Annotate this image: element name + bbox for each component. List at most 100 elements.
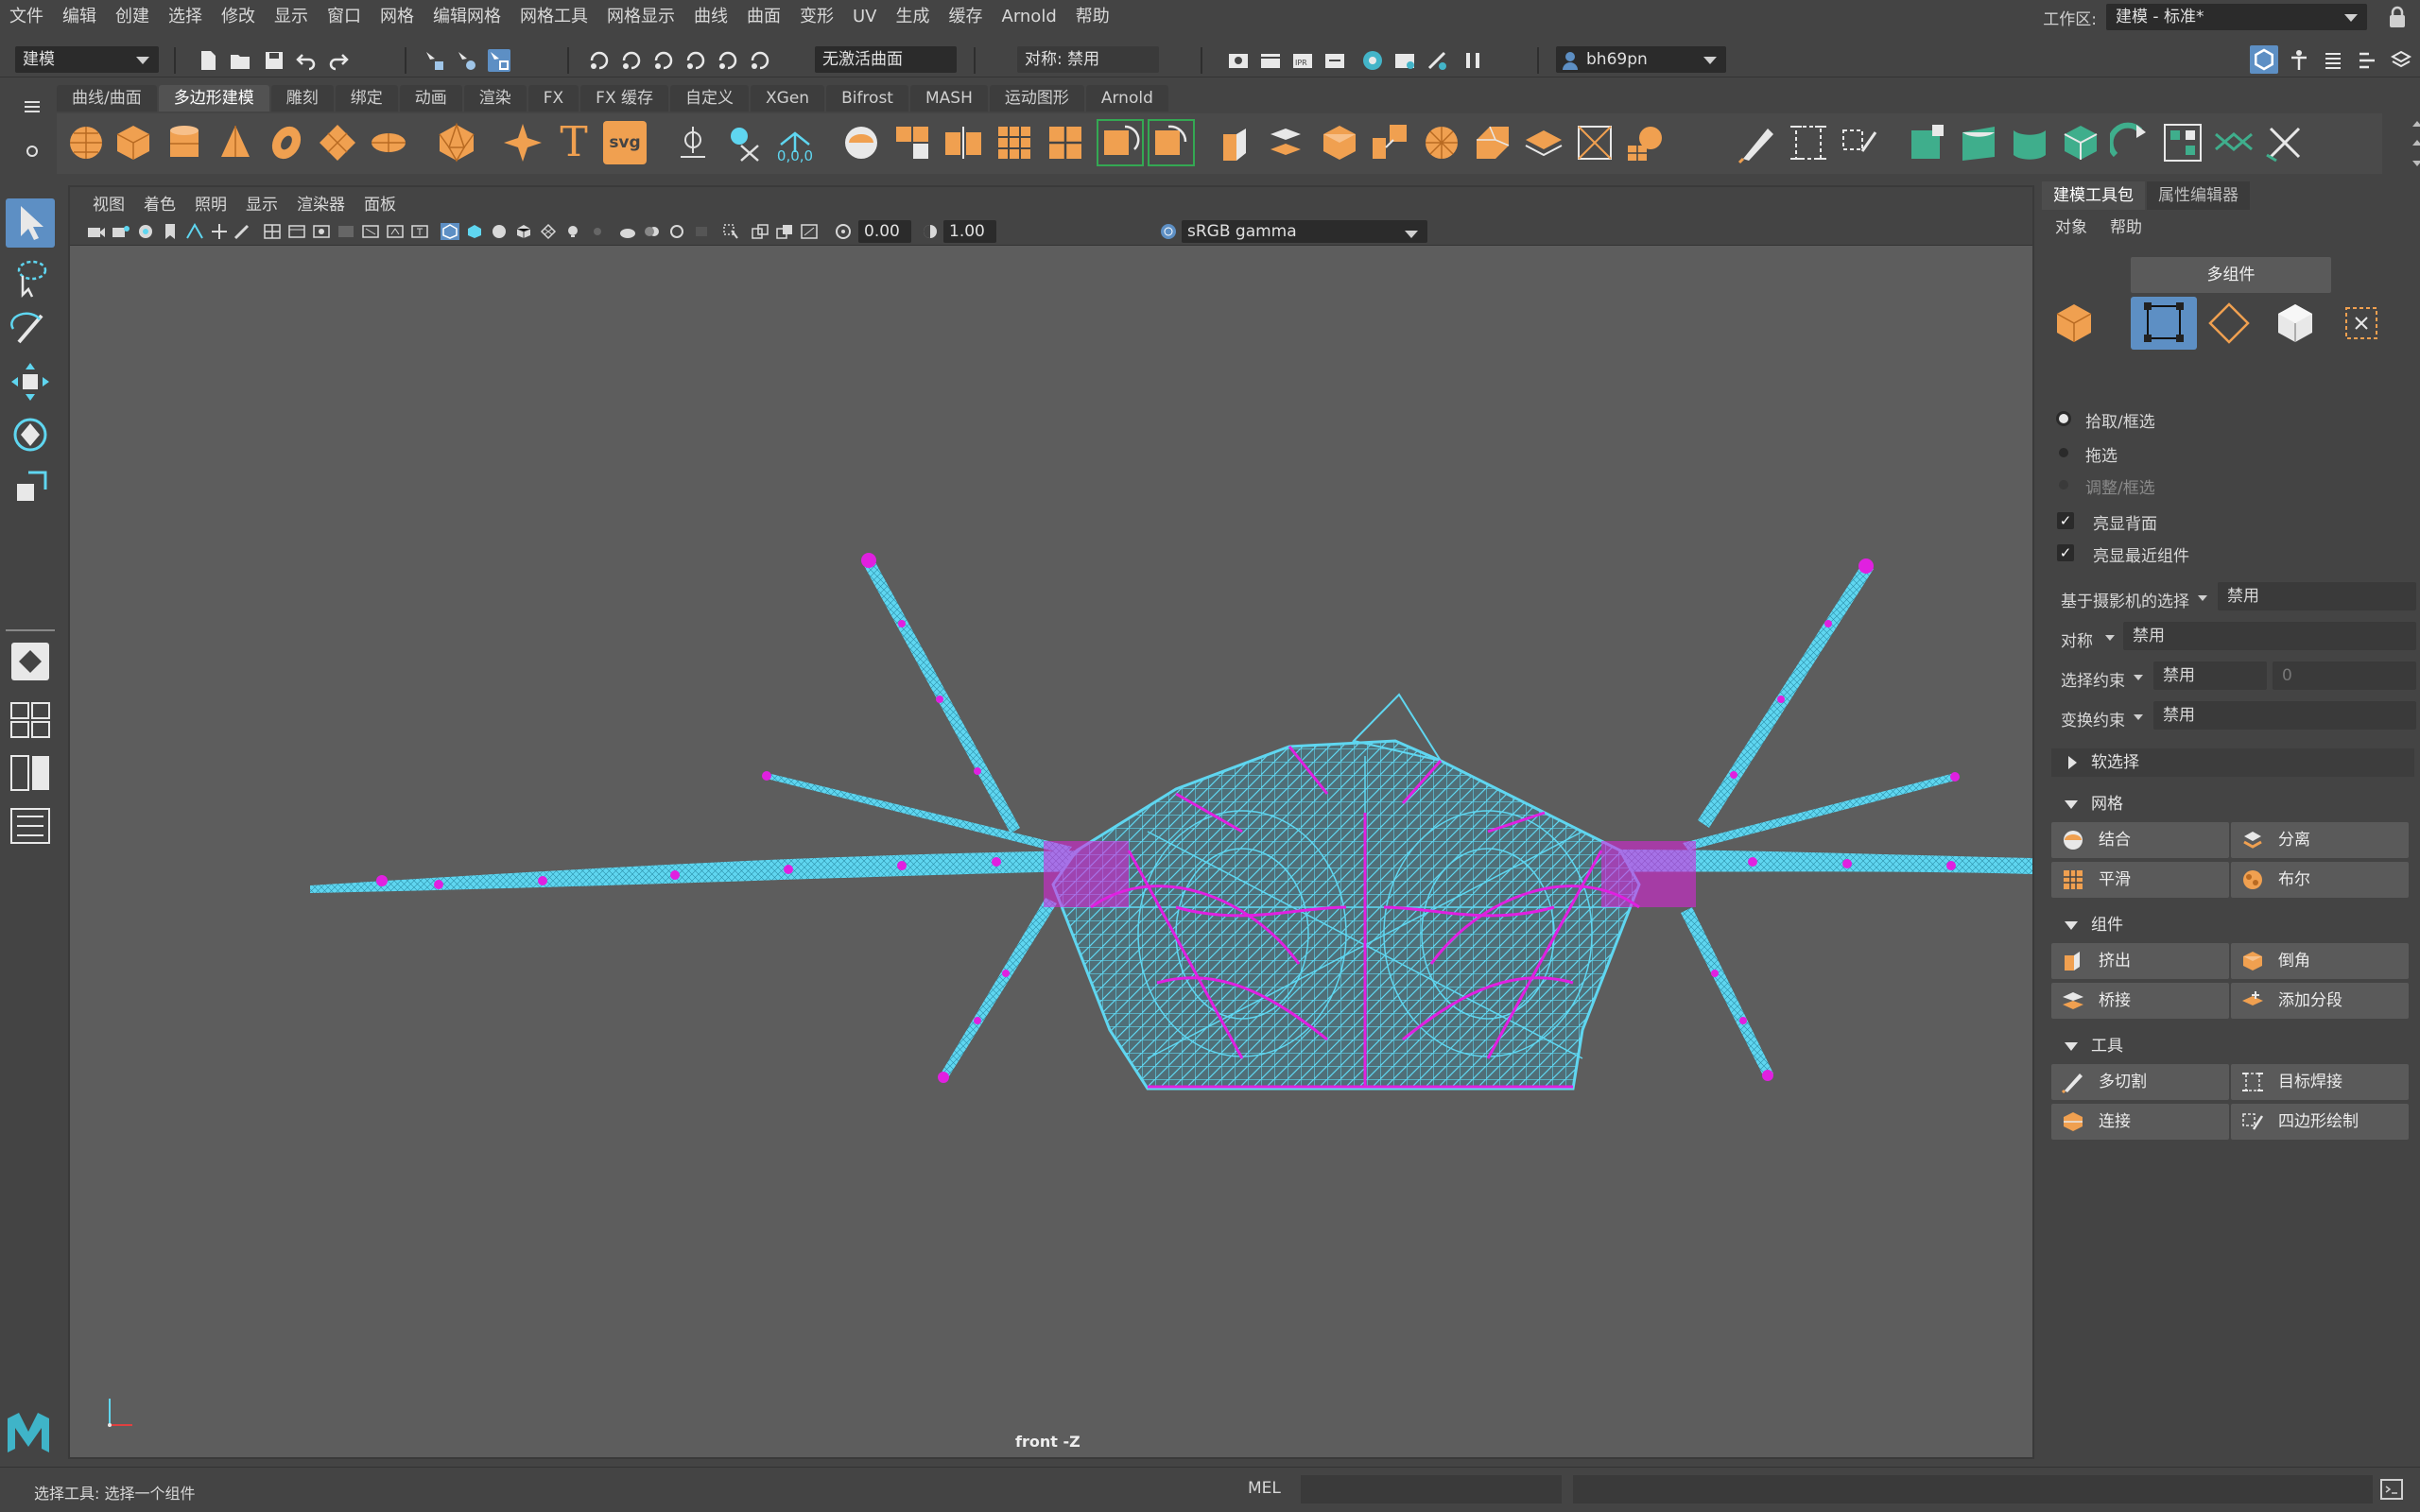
uv-editor-shelf-icon[interactable] bbox=[1906, 121, 1949, 164]
single-perspective-layout[interactable] bbox=[11, 643, 49, 680]
boolean-button[interactable]: 布尔 bbox=[2231, 862, 2409, 898]
menu-edit-mesh[interactable]: 编辑网格 bbox=[424, 0, 510, 34]
default-material-icon[interactable] bbox=[490, 223, 509, 240]
pick-marquee-radio[interactable] bbox=[2059, 414, 2068, 423]
poly-torus-icon[interactable] bbox=[265, 121, 308, 164]
safe-action-icon[interactable] bbox=[386, 223, 405, 240]
menu-create[interactable]: 创建 bbox=[106, 0, 159, 34]
extrude-shelf-icon[interactable] bbox=[1216, 121, 1259, 164]
wireframe-on-shaded-icon[interactable] bbox=[514, 223, 533, 240]
viewport-menu-show[interactable]: 显示 bbox=[236, 191, 287, 215]
smooth-shelf-icon[interactable] bbox=[993, 121, 1036, 164]
chevron-down-icon[interactable] bbox=[2133, 674, 2144, 681]
menu-set-dropdown[interactable]: 建模 bbox=[15, 46, 159, 73]
ipr-render-icon[interactable]: IPR bbox=[1291, 49, 1314, 72]
script-editor-icon[interactable] bbox=[2380, 1479, 2403, 1500]
shelf-tab-bifrost[interactable]: Bifrost bbox=[826, 85, 908, 112]
shelf-tab-rendering[interactable]: 渲染 bbox=[463, 85, 527, 112]
shelf-tab-animation[interactable]: 动画 bbox=[399, 85, 462, 112]
menu-file[interactable]: 文件 bbox=[0, 0, 53, 34]
edge-mode-button[interactable] bbox=[2199, 297, 2259, 350]
planar-map-icon[interactable] bbox=[1957, 121, 2000, 164]
viewport-menu-lighting[interactable]: 照明 bbox=[185, 191, 236, 215]
remesh-shelf-icon[interactable] bbox=[1097, 119, 1144, 166]
lock-camera-icon[interactable] bbox=[112, 223, 130, 240]
snap-curve-icon[interactable] bbox=[620, 49, 643, 72]
viewport-menu-renderer[interactable]: 渲染器 bbox=[287, 191, 354, 215]
layout-uv-icon[interactable] bbox=[2161, 121, 2204, 164]
render-current-frame-icon[interactable] bbox=[1259, 49, 1282, 72]
shelf-tab-motion-graphics[interactable]: 运动图形 bbox=[989, 85, 1084, 112]
selection-constraint-field[interactable]: 禁用 bbox=[2153, 662, 2267, 690]
poke-shelf-icon[interactable] bbox=[1522, 121, 1565, 164]
tools-section-header[interactable]: 工具 bbox=[2051, 1032, 2414, 1060]
xray-components-icon[interactable] bbox=[775, 223, 794, 240]
screen-space-ao-icon[interactable] bbox=[618, 223, 637, 240]
wireframe-shading-icon[interactable] bbox=[441, 223, 459, 240]
user-account-dropdown[interactable]: bh69pn bbox=[1556, 46, 1726, 73]
toggle-modeling-toolkit-icon[interactable] bbox=[2250, 45, 2278, 74]
cylindrical-map-icon[interactable] bbox=[2008, 121, 2051, 164]
shelf-tab-mash[interactable]: MASH bbox=[909, 85, 988, 112]
two-view-layout[interactable] bbox=[6, 752, 55, 794]
smooth-shading-icon[interactable] bbox=[465, 223, 484, 240]
view-transform-dropdown[interactable]: sRGB gamma bbox=[1182, 220, 1427, 243]
poly-cube-icon[interactable] bbox=[112, 121, 155, 164]
light-editor-icon[interactable] bbox=[1426, 49, 1448, 72]
center-pivot-icon[interactable] bbox=[671, 121, 715, 164]
rotate-tool[interactable] bbox=[6, 410, 55, 459]
snap-view-plane-icon[interactable] bbox=[684, 49, 707, 72]
open-scene-icon[interactable] bbox=[229, 49, 251, 72]
multisample-aa-icon[interactable] bbox=[667, 223, 686, 240]
drag-radio[interactable] bbox=[2059, 448, 2068, 457]
poly-plane-icon[interactable] bbox=[316, 121, 359, 164]
menu-mesh-display[interactable]: 网格显示 bbox=[597, 0, 684, 34]
cut-uv-edges-icon[interactable] bbox=[2212, 121, 2256, 164]
poly-type-icon[interactable]: T bbox=[552, 121, 596, 164]
shadows-icon[interactable] bbox=[588, 223, 607, 240]
symmetry-value-field[interactable]: 禁用 bbox=[2123, 622, 2416, 650]
symmetry-label[interactable]: 对称 bbox=[2061, 627, 2093, 651]
svg-tool-icon[interactable]: svg bbox=[603, 121, 647, 164]
menu-help[interactable]: 帮助 bbox=[1066, 0, 1119, 34]
gamma-icon[interactable] bbox=[921, 223, 940, 240]
script-language-toggle[interactable]: MEL bbox=[1248, 1479, 1281, 1498]
unfold-uv-icon[interactable] bbox=[2110, 121, 2153, 164]
render-view-icon[interactable] bbox=[1227, 49, 1250, 72]
multi-cut-shelf-icon[interactable] bbox=[1736, 121, 1779, 164]
shelf-tab-custom[interactable]: 自定义 bbox=[670, 85, 749, 112]
quad-draw-shelf-icon[interactable] bbox=[1838, 121, 1881, 164]
hypershade-icon[interactable] bbox=[1361, 49, 1384, 72]
add-divisions-button[interactable]: 添加分段 bbox=[2231, 983, 2409, 1019]
bookmarks-icon[interactable] bbox=[161, 223, 180, 240]
lasso-tool[interactable] bbox=[6, 251, 55, 301]
toolkit-menu-help[interactable]: 帮助 bbox=[2110, 214, 2142, 237]
paint-select-tool[interactable] bbox=[6, 304, 55, 353]
resolution-gate-icon[interactable] bbox=[312, 223, 331, 240]
platonic-solid-icon[interactable] bbox=[435, 121, 478, 164]
target-weld-button[interactable]: 目标焊接 bbox=[2231, 1064, 2409, 1100]
gate-mask-icon[interactable] bbox=[337, 223, 355, 240]
multi-cut-button[interactable]: 多切割 bbox=[2051, 1064, 2229, 1100]
left-mid-antenna[interactable] bbox=[763, 774, 1072, 854]
use-all-lights-icon[interactable] bbox=[563, 223, 582, 240]
transform-constraint-label[interactable]: 变换约束 bbox=[2061, 707, 2125, 730]
shelf-tab-xgen[interactable]: XGen bbox=[751, 85, 825, 112]
tab-modeling-toolkit[interactable]: 建模工具包 bbox=[2042, 181, 2145, 210]
select-tool[interactable] bbox=[6, 198, 55, 248]
uv-mode-button[interactable] bbox=[2331, 297, 2392, 350]
field-chart-icon[interactable] bbox=[361, 223, 380, 240]
selection-constraint-number[interactable]: 0 bbox=[2273, 662, 2416, 690]
redo-icon[interactable] bbox=[327, 49, 350, 72]
face-mode-button[interactable] bbox=[2265, 297, 2325, 350]
menu-generate[interactable]: 生成 bbox=[887, 0, 940, 34]
tab-attribute-editor[interactable]: 属性编辑器 bbox=[2147, 181, 2250, 210]
quad-draw-button[interactable]: 四边形绘制 bbox=[2231, 1104, 2409, 1140]
components-section-header[interactable]: 组件 bbox=[2051, 911, 2414, 939]
render-setup-icon[interactable] bbox=[1393, 49, 1416, 72]
save-scene-icon[interactable] bbox=[263, 49, 285, 72]
extrude-button[interactable]: 挤出 bbox=[2051, 943, 2229, 979]
menu-display[interactable]: 显示 bbox=[265, 0, 318, 34]
triangulate-shelf-icon[interactable] bbox=[1624, 121, 1668, 164]
selection-constraint-label[interactable]: 选择约束 bbox=[2061, 667, 2125, 691]
